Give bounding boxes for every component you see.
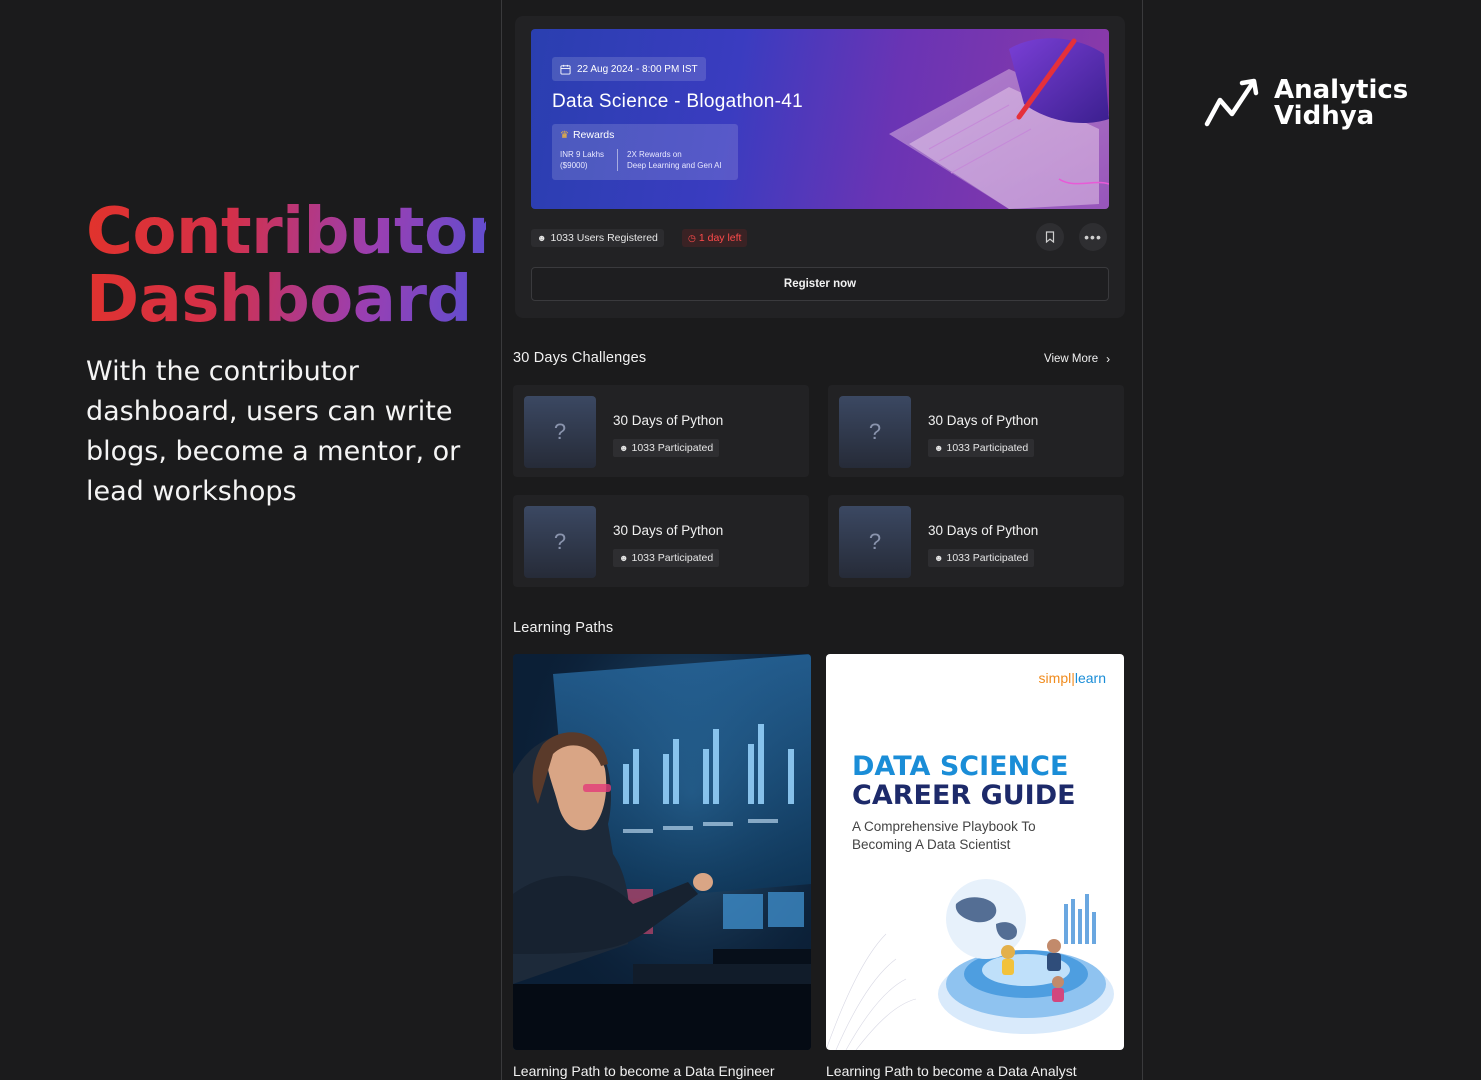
challenge-participants-badge: ☻ 1033 Participated (928, 549, 1035, 567)
simplilearn-logo-part1: simpl (1038, 670, 1072, 686)
hero: Contributor Dashboard With the contribut… (86, 198, 486, 512)
learning-paths-section-title: Learning Paths (513, 620, 614, 636)
view-more-label: View More (1044, 353, 1099, 365)
simplilearn-logo: simpl|learn (1038, 670, 1106, 686)
challenge-participants-badge: ☻ 1033 Participated (928, 439, 1035, 457)
brand-name-line1: Analytics (1274, 75, 1409, 105)
user-icon: ☻ (537, 233, 547, 243)
reward-cash-line1: INR 9 Lakhs (560, 150, 605, 159)
user-icon: ☻ (934, 443, 944, 453)
reward-cash: INR 9 Lakhs ($9000) (560, 149, 618, 171)
rewards-box: ♛ Rewards INR 9 Lakhs ($9000) 2X Rewards… (552, 124, 738, 180)
event-title: Data Science - Blogathon-41 (552, 91, 804, 112)
rewards-details: INR 9 Lakhs ($9000) 2X Rewards on Deep L… (560, 149, 730, 171)
view-more-link[interactable]: View More › (1044, 352, 1110, 366)
guide-cover-title-line1: DATA SCIENCE (852, 751, 1069, 782)
notebook-hand-illustration (889, 38, 1109, 209)
bookmark-button[interactable] (1036, 223, 1064, 251)
register-now-button[interactable]: Register now (531, 267, 1109, 301)
challenge-title: 30 Days of Python (613, 523, 724, 538)
data-engineer-cover-image (513, 654, 811, 1050)
hero-description: With the contributor dashboard, users ca… (86, 356, 461, 507)
challenge-participants: 1033 Participated (631, 442, 714, 454)
users-registered-badge: ☻ 1033 Users Registered (531, 229, 664, 247)
learning-path-card-data-analyst[interactable]: simpl|learn DATA SCIENCE CAREER GUIDE A … (826, 654, 1124, 1050)
learning-path-caption-data-analyst[interactable]: Learning Path to become a Data Analyst (826, 1063, 1077, 1079)
hero-title-line2: Dashboard (86, 263, 472, 337)
question-mark-icon: ? (524, 396, 596, 468)
trophy-icon: ♛ (560, 129, 569, 141)
reward-bonus: 2X Rewards on Deep Learning and Gen AI (618, 149, 722, 171)
calendar-icon (560, 64, 571, 75)
guide-cover-title-line2: CAREER GUIDE (852, 780, 1076, 811)
challenge-participants-badge: ☻ 1033 Participated (613, 549, 720, 567)
chevron-right-icon: › (1106, 352, 1111, 366)
more-options-button[interactable]: ••• (1079, 223, 1107, 251)
clock-icon: ◷ (688, 232, 696, 243)
question-mark-icon: ? (839, 396, 911, 468)
reward-bonus-line2: Deep Learning and Gen AI (627, 161, 722, 170)
ellipsis-icon: ••• (1084, 229, 1102, 245)
reward-cash-line2: ($9000) (560, 161, 588, 170)
guide-cover-subtitle: A Comprehensive Playbook To Becoming A D… (852, 819, 1036, 852)
user-icon: ☻ (619, 443, 629, 453)
time-left: 1 day left (698, 232, 742, 244)
user-icon: ☻ (934, 553, 944, 563)
dashboard-panel: 22 Aug 2024 - 8:00 PM IST Data Science -… (501, 0, 1143, 1080)
trend-arrow-icon (1204, 78, 1259, 127)
challenge-participants: 1033 Participated (631, 552, 714, 564)
learning-path-card-data-engineer[interactable] (513, 654, 811, 1050)
challenge-participants: 1033 Participated (946, 442, 1029, 454)
reward-bonus-line1: 2X Rewards on (627, 150, 682, 159)
learning-path-caption-data-engineer[interactable]: Learning Path to become a Data Engineer (513, 1063, 775, 1079)
challenge-title: 30 Days of Python (613, 413, 724, 428)
bookmark-icon (1045, 231, 1055, 243)
users-registered: 1033 Users Registered (550, 232, 658, 244)
challenge-participants: 1033 Participated (946, 552, 1029, 564)
challenge-card[interactable]: ? 30 Days of Python ☻ 1033 Participated (513, 495, 809, 587)
question-mark-icon: ? (524, 506, 596, 578)
event-date: 22 Aug 2024 - 8:00 PM IST (577, 63, 698, 75)
analytics-vidhya-logo[interactable]: Analytics Vidhya (1204, 76, 1408, 130)
user-icon: ☻ (619, 553, 629, 563)
challenge-title: 30 Days of Python (928, 413, 1039, 428)
event-card: 22 Aug 2024 - 8:00 PM IST Data Science -… (515, 16, 1125, 318)
brand-name-line2: Vidhya (1274, 101, 1375, 131)
challenge-card[interactable]: ? 30 Days of Python ☻ 1033 Participated (513, 385, 809, 477)
challenge-title: 30 Days of Python (928, 523, 1039, 538)
challenge-participants-badge: ☻ 1033 Participated (613, 439, 720, 457)
globe-platform-illustration (826, 879, 1114, 1050)
rewards-label: Rewards (572, 129, 615, 141)
hero-title-line1: Contributor (86, 195, 499, 269)
challenge-card[interactable]: ? 30 Days of Python ☻ 1033 Participated (828, 495, 1124, 587)
time-left-badge: ◷ 1 day left (682, 229, 748, 247)
brand-name: Analytics Vidhya (1274, 77, 1408, 129)
hero-title: Contributor Dashboard (86, 198, 486, 334)
guide-cover-title: DATA SCIENCE CAREER GUIDE (852, 752, 1076, 810)
rewards-heading: ♛ Rewards (560, 129, 730, 141)
event-date-chip: 22 Aug 2024 - 8:00 PM IST (552, 57, 706, 81)
question-mark-icon: ? (839, 506, 911, 578)
simplilearn-logo-part2: learn (1074, 670, 1106, 686)
event-banner[interactable]: 22 Aug 2024 - 8:00 PM IST Data Science -… (531, 29, 1109, 209)
challenge-card[interactable]: ? 30 Days of Python ☻ 1033 Participated (828, 385, 1124, 477)
challenges-section-title: 30 Days Challenges (513, 350, 647, 366)
